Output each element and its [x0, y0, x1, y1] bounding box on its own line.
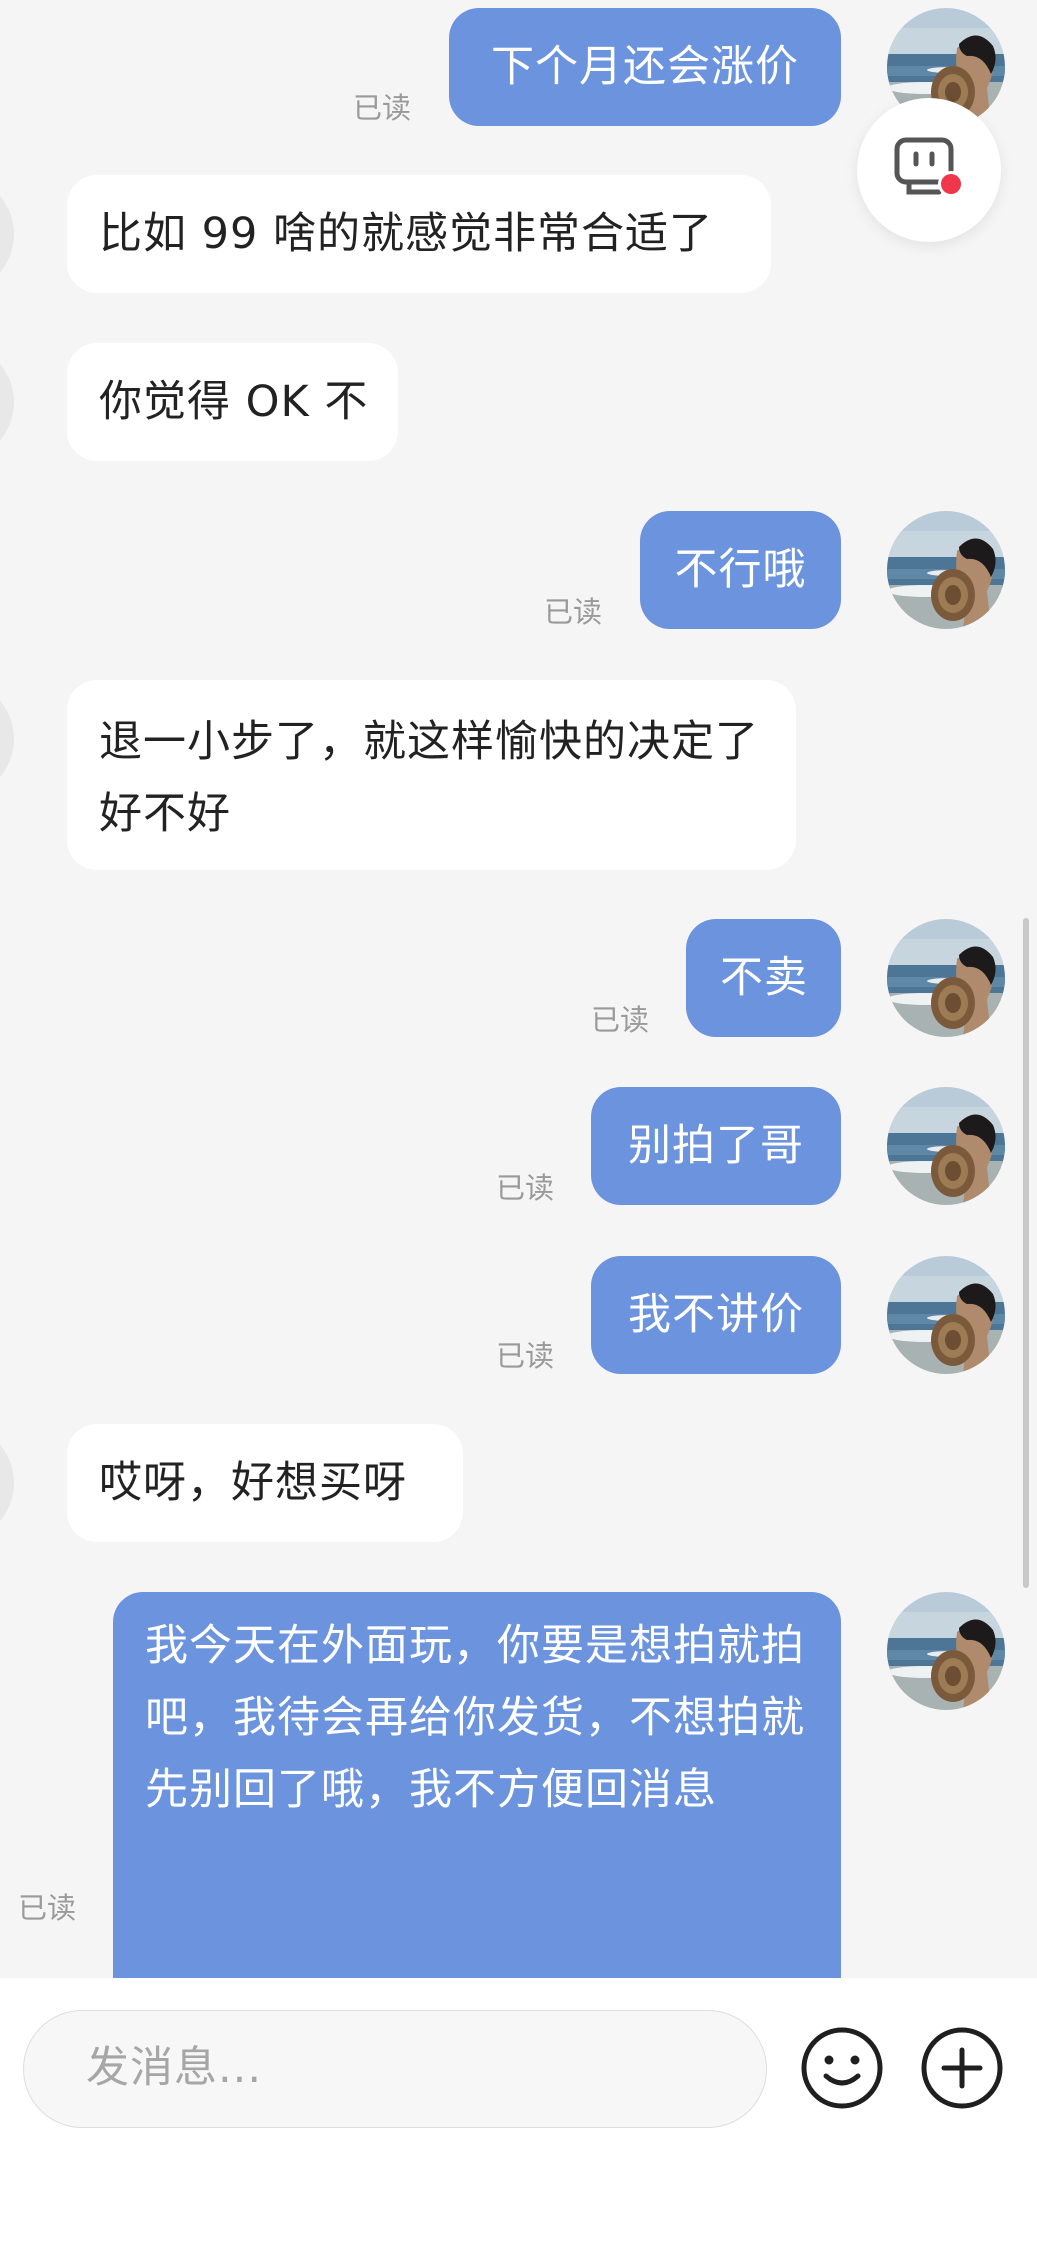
- read-receipt: 已读: [353, 91, 412, 125]
- avatar[interactable]: [887, 511, 1005, 629]
- message-bubble-received[interactable]: 退一小步了，就这样愉快的决定了好不好: [67, 680, 796, 870]
- message-input[interactable]: 发消息...: [23, 2010, 767, 2128]
- message-bubble-sent[interactable]: 下个月还会涨价: [449, 8, 841, 126]
- emoji-button[interactable]: [780, 2006, 904, 2130]
- avatar[interactable]: [887, 1592, 1005, 1710]
- message-bubble-sent[interactable]: 别拍了哥: [591, 1087, 841, 1205]
- read-receipt: 已读: [496, 1339, 555, 1373]
- message-text: 下个月还会涨价: [491, 42, 799, 92]
- read-receipt: 已读: [591, 1003, 650, 1037]
- beach-photo-avatar-image: [887, 511, 1005, 629]
- message-text: 别拍了哥: [628, 1121, 804, 1171]
- read-receipt: 已读: [18, 1891, 77, 1925]
- message-text: 比如 99 啥的就感觉非常合适了: [99, 209, 714, 259]
- avatar[interactable]: [887, 1256, 1005, 1374]
- smiley-face-icon: [801, 2027, 883, 2109]
- beach-photo-avatar-image: [887, 1087, 1005, 1205]
- message-bubble-received[interactable]: 你觉得 OK 不: [67, 343, 398, 461]
- avatar[interactable]: [887, 1087, 1005, 1205]
- message-input-placeholder: 发消息...: [86, 2043, 263, 2093]
- scrollbar[interactable]: [1023, 918, 1029, 1588]
- message-bubble-sent[interactable]: 不行哦: [640, 511, 841, 629]
- beach-photo-avatar-image: [887, 1256, 1005, 1374]
- message-text: 哎呀，好想买呀: [99, 1458, 407, 1508]
- beach-photo-avatar-image: [887, 1592, 1005, 1710]
- message-bubble-sent[interactable]: 我不讲价: [591, 1256, 841, 1374]
- read-receipt: 已读: [496, 1171, 555, 1205]
- message-text: 退一小步了，就这样愉快的决定了好不好: [99, 717, 759, 839]
- peer-avatar[interactable]: [0, 680, 14, 798]
- message-text: 你觉得 OK 不: [99, 377, 369, 427]
- chat-area[interactable]: 下个月还会涨价 已读 比如 99 啥的就感觉非常合适了 你觉得 OK 不 不行哦…: [0, 0, 1037, 1978]
- assistant-float-button[interactable]: [857, 98, 1001, 242]
- add-button[interactable]: [900, 2006, 1024, 2130]
- input-bar: 发消息...: [0, 1978, 1037, 2254]
- peer-avatar[interactable]: [0, 175, 14, 293]
- message-text: 我不讲价: [628, 1290, 804, 1340]
- message-text: 不行哦: [674, 545, 807, 595]
- message-bubble-received[interactable]: 比如 99 啥的就感觉非常合适了: [67, 175, 771, 293]
- peer-avatar[interactable]: [0, 343, 14, 461]
- read-receipt: 已读: [544, 595, 603, 629]
- robot-assistant-icon: [894, 137, 964, 197]
- beach-photo-avatar-image: [887, 919, 1005, 1037]
- message-bubble-sent[interactable]: 我今天在外面玩，你要是想拍就拍吧，我待会再给你发货，不想拍就先别回了哦，我不方便…: [113, 1592, 841, 1978]
- notification-dot: [941, 174, 961, 194]
- message-text: 我今天在外面玩，你要是想拍就拍吧，我待会再给你发货，不想拍就先别回了哦，我不方便…: [145, 1621, 805, 1815]
- message-text: 不卖: [720, 953, 808, 1003]
- avatar[interactable]: [887, 919, 1005, 1037]
- message-bubble-received[interactable]: 哎呀，好想买呀: [67, 1424, 463, 1542]
- plus-circle-icon: [921, 2027, 1003, 2109]
- message-bubble-sent[interactable]: 不卖: [686, 919, 841, 1037]
- peer-avatar[interactable]: [0, 1424, 14, 1542]
